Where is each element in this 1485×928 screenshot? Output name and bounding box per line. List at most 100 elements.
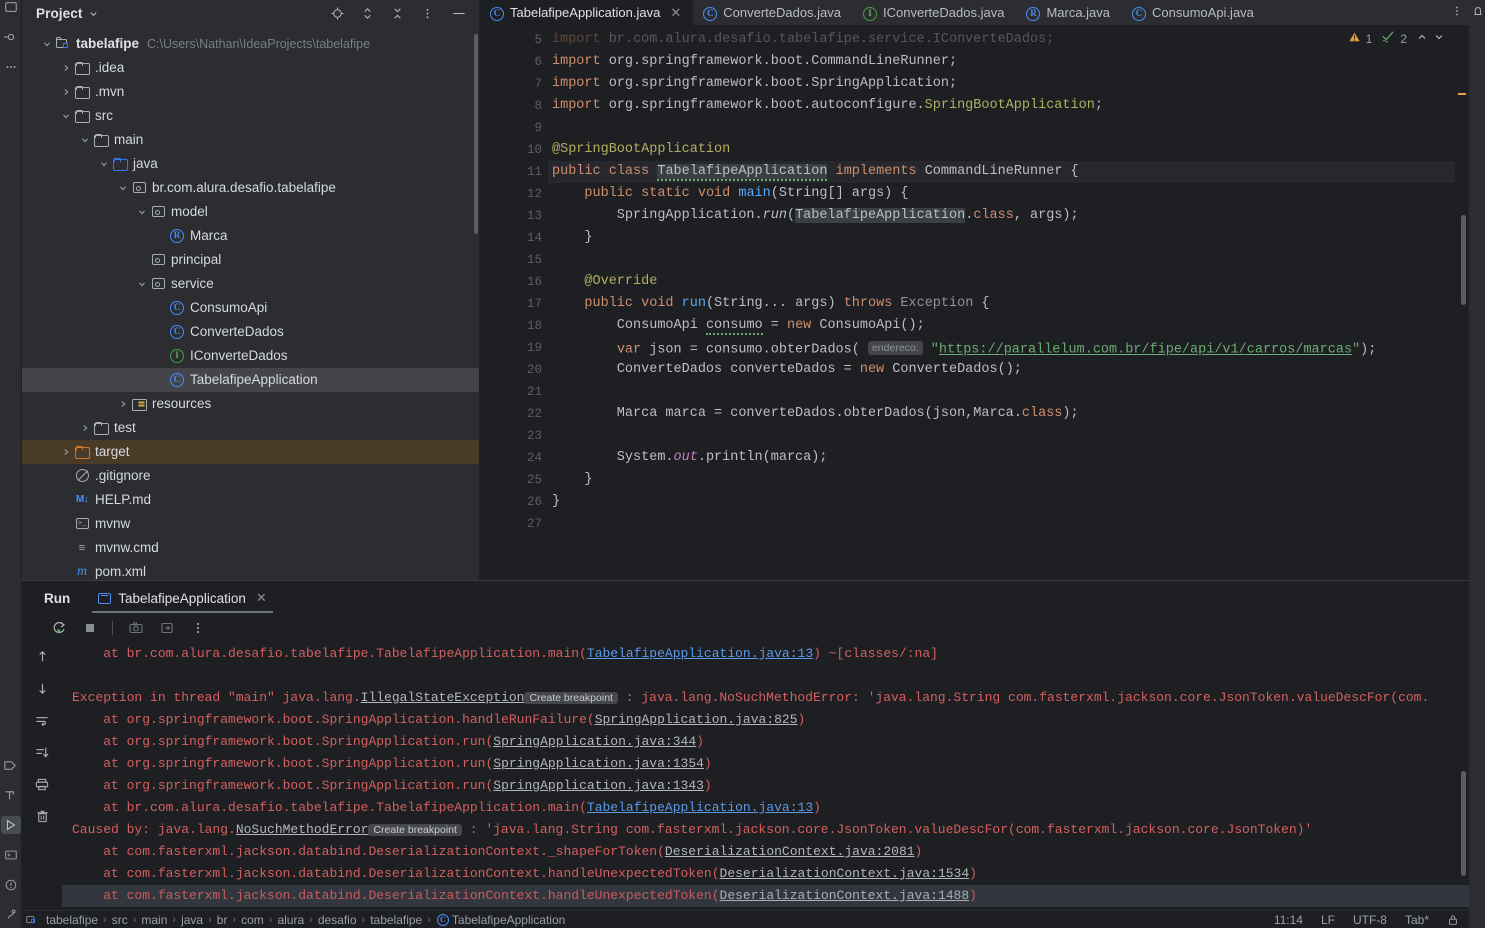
more-tool-windows-icon[interactable] — [1, 58, 21, 76]
chevron-down-icon[interactable] — [97, 159, 111, 169]
chevron-down-icon[interactable] — [88, 8, 99, 19]
chevron-right-icon[interactable] — [59, 87, 73, 97]
create-breakpoint-badge[interactable]: Create breakpoint — [524, 692, 618, 704]
code-line-27[interactable] — [548, 513, 1455, 535]
code-line-11[interactable]: public class TabelafipeApplication imple… — [548, 161, 1455, 183]
console-line[interactable]: at br.com.alura.desafio.tabelafipe.Tabel… — [62, 797, 1469, 819]
stop-icon[interactable] — [81, 620, 98, 637]
print-icon[interactable] — [33, 775, 51, 793]
gutter-line-15[interactable]: 15 — [480, 249, 548, 271]
gutter-line-19[interactable]: 19 — [480, 337, 548, 359]
chevron-up-icon[interactable] — [1416, 31, 1428, 46]
stacktrace-link[interactable]: DeserializationContext.java:1534 — [720, 866, 970, 881]
code-line-5[interactable]: import br.com.alura.desafio.tabelafipe.s… — [548, 29, 1455, 51]
gutter-line-24[interactable]: 24 — [480, 447, 548, 469]
tree-item-main[interactable]: main — [22, 128, 479, 152]
breadcrumb-item[interactable]: alura — [272, 913, 309, 927]
project-scrollbar[interactable] — [474, 34, 478, 234]
gutter-line-27[interactable]: 27 — [480, 513, 548, 535]
gutter-line-21[interactable]: 21 — [480, 381, 548, 403]
gutter-line-9[interactable]: 9 — [480, 117, 548, 139]
scroll-up-icon[interactable] — [33, 647, 51, 665]
breadcrumb-item[interactable]: java — [176, 913, 208, 927]
collapse-all-icon[interactable] — [389, 5, 405, 21]
gutter-line-17[interactable]: 17 — [480, 293, 561, 315]
more-options-icon[interactable] — [189, 620, 206, 637]
code-line-19[interactable]: var json = consumo.obterDados( endereco:… — [548, 337, 1455, 359]
more-options-icon[interactable] — [1451, 4, 1463, 21]
tree-item-mvnw[interactable]: >_ mvnw — [22, 512, 479, 536]
code-line-8[interactable]: import org.springframework.boot.autoconf… — [548, 95, 1455, 117]
code-line-14[interactable]: } — [548, 227, 1455, 249]
stacktrace-link[interactable]: TabelafipeApplication.java:13 — [587, 646, 813, 661]
chevron-down-icon[interactable] — [135, 279, 149, 289]
stacktrace-link[interactable]: SpringApplication.java:1354 — [493, 756, 704, 771]
close-icon[interactable]: ✕ — [256, 590, 267, 606]
tree-item-java[interactable]: java — [22, 152, 479, 176]
code-line-21[interactable] — [548, 381, 1455, 403]
code-line-23[interactable] — [548, 425, 1455, 447]
gutter-line-22[interactable]: 22 — [480, 403, 548, 425]
console-line[interactable]: at org.springframework.boot.SpringApplic… — [62, 775, 1469, 797]
breadcrumb-item[interactable]: com — [236, 913, 269, 927]
editor-scrollbar-thumb[interactable] — [1461, 215, 1466, 305]
stacktrace-link[interactable]: NoSuchMethodError — [236, 822, 369, 837]
breadcrumb-item[interactable]: tabelafipe — [365, 913, 427, 927]
indent-setting[interactable]: Tab* — [1405, 913, 1429, 927]
problems-icon[interactable] — [1, 876, 21, 894]
tree-item-help-md[interactable]: M↓ HELP.md — [22, 488, 479, 512]
chevron-right-icon[interactable] — [78, 423, 92, 433]
stacktrace-link[interactable]: SpringApplication.java:825 — [595, 712, 798, 727]
editor-tab-marca-java[interactable]: R Marca.java — [1016, 0, 1122, 25]
tree-item--idea[interactable]: .idea — [22, 56, 479, 80]
code-line-25[interactable]: } — [548, 469, 1455, 491]
console-line[interactable]: Caused by: java.lang.NoSuchMethodError Cr… — [62, 819, 1469, 841]
console-output[interactable]: at br.com.alura.desafio.tabelafipe.Tabel… — [62, 641, 1469, 910]
create-breakpoint-badge[interactable]: Create breakpoint — [368, 824, 462, 836]
code-line-16[interactable]: @Override — [548, 271, 1455, 293]
gutter-line-16[interactable]: 16 — [480, 271, 548, 293]
console-line[interactable] — [62, 665, 1469, 687]
scroll-down-icon[interactable] — [33, 679, 51, 697]
bookmarks-icon[interactable] — [1, 756, 21, 774]
stacktrace-link[interactable]: TabelafipeApplication.java:13 — [587, 800, 813, 815]
gutter-line-11[interactable]: 11 — [480, 161, 562, 183]
code-line-10[interactable]: @SpringBootApplication — [548, 139, 1455, 161]
editor-gutter[interactable]: 5 6 7 8 9 10 11 12 13 14 15 16 17 18 19 20 21 22 23 24 25 26 2… — [480, 25, 562, 580]
run-configuration-tab[interactable]: TabelafipeApplication ✕ — [92, 581, 273, 615]
code-line-18[interactable]: ConsumoApi consumo = new ConsumoApi(); — [548, 315, 1455, 337]
gutter-line-7[interactable]: 7 — [480, 73, 548, 95]
run-tool-icon[interactable] — [0, 816, 21, 834]
stacktrace-link[interactable]: SpringApplication.java:1343 — [493, 778, 704, 793]
code-line-17[interactable]: public void run(String... args) throws E… — [548, 293, 1455, 315]
tree-item-pom-xml[interactable]: m pom.xml — [22, 560, 479, 580]
tree-item-model[interactable]: model — [22, 200, 479, 224]
chevron-down-icon[interactable] — [59, 111, 73, 121]
console-line[interactable]: at org.springframework.boot.SpringApplic… — [62, 753, 1469, 775]
code-line-15[interactable] — [548, 249, 1455, 271]
breadcrumb-item[interactable]: src — [107, 913, 133, 927]
gutter-line-14[interactable]: 14 — [480, 227, 548, 249]
console-line[interactable]: at com.fasterxml.jackson.databind.Deseri… — [62, 885, 1469, 907]
minimize-icon[interactable] — [449, 5, 469, 21]
gutter-line-8[interactable]: 8 — [480, 95, 548, 117]
structure-icon[interactable] — [1, 786, 21, 804]
console-line[interactable]: Exception in thread "main" java.lang.Ill… — [62, 687, 1469, 709]
line-separator[interactable]: LF — [1321, 913, 1335, 927]
soft-wrap-icon[interactable] — [33, 711, 51, 729]
tree-item-br-com-alura-desafio-tabelafipe[interactable]: br.com.alura.desafio.tabelafipe — [22, 176, 479, 200]
tree-item-resources[interactable]: resources — [22, 392, 479, 416]
code-line-9[interactable] — [548, 117, 1455, 139]
gutter-line-6[interactable]: 6 — [480, 51, 548, 73]
chevron-down-icon[interactable] — [135, 207, 149, 217]
code-line-6[interactable]: import org.springframework.boot.CommandL… — [548, 51, 1455, 73]
tree-item-service[interactable]: service — [22, 272, 479, 296]
chevron-down-icon[interactable] — [40, 39, 54, 49]
breadcrumb-item[interactable]: tabelafipe — [41, 913, 103, 927]
editor-tab-tabelafipeapplication-java[interactable]: C TabelafipeApplication.java ✕ — [480, 0, 694, 25]
tree-item--gitignore[interactable]: .gitignore — [22, 464, 479, 488]
gutter-line-10[interactable]: 10 — [480, 139, 548, 161]
code-line-22[interactable]: Marca marca = converteDados.obterDados(j… — [548, 403, 1455, 425]
breadcrumb-item[interactable]: main — [136, 913, 172, 927]
close-icon[interactable]: ✕ — [670, 5, 681, 21]
